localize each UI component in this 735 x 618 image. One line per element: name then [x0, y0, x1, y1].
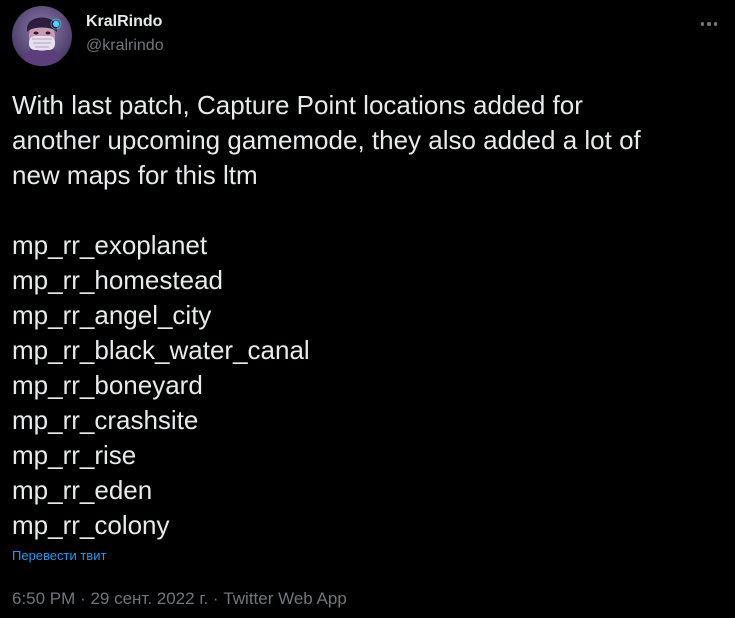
more-options-icon-dot: [707, 22, 711, 26]
tweet-meta: 6:50 PM · 29 сент. 2022 г. · Twitter Web…: [12, 588, 347, 610]
map-list-item: mp_rr_eden: [12, 475, 153, 505]
avatar[interactable]: [12, 6, 72, 66]
meta-separator: ·: [212, 589, 219, 608]
map-list-item: mp_rr_exoplanet: [12, 230, 208, 260]
map-list-item: mp_rr_angel_city: [12, 300, 212, 330]
translate-tweet-link[interactable]: Перевести твит: [12, 548, 106, 564]
map-list-item: mp_rr_colony: [12, 510, 170, 540]
tweet-intro-line: With last patch, Capture Point locations…: [12, 90, 583, 120]
map-list-item: mp_rr_crashsite: [12, 405, 199, 435]
tweet-intro-line: new maps for this ltm: [12, 160, 258, 190]
author-display-name[interactable]: KralRindo: [86, 12, 164, 32]
map-list-item: mp_rr_rise: [12, 440, 137, 470]
meta-separator: ·: [80, 589, 86, 608]
author-block: KralRindo @kralrindo: [86, 12, 164, 56]
more-options-button[interactable]: [693, 10, 725, 38]
more-options-icon: [700, 22, 705, 26]
map-list: mp_rr_exoplanet mp_rr_homestead mp_rr_an…: [12, 228, 724, 543]
masked-character-avatar-icon: [12, 6, 72, 66]
tweet: KralRindo @kralrindo With last patch, Ca…: [0, 0, 735, 618]
tweet-date[interactable]: 29 сент. 2022 г.: [90, 589, 208, 608]
map-list-item: mp_rr_boneyard: [12, 370, 203, 400]
tweet-text: With last patch, Capture Point locations…: [12, 88, 724, 543]
tweet-intro-line: another upcoming gamemode, they also add…: [12, 125, 641, 155]
map-list-item: mp_rr_homestead: [12, 265, 223, 295]
tweet-time[interactable]: 6:50 PM: [12, 589, 75, 608]
more-options-icon-dot: [713, 22, 718, 26]
map-list-item: mp_rr_black_water_canal: [12, 335, 310, 365]
tweet-source[interactable]: Twitter Web App: [223, 589, 346, 608]
tweet-intro: With last patch, Capture Point locations…: [12, 88, 724, 193]
author-handle[interactable]: @kralrindo: [86, 36, 164, 56]
